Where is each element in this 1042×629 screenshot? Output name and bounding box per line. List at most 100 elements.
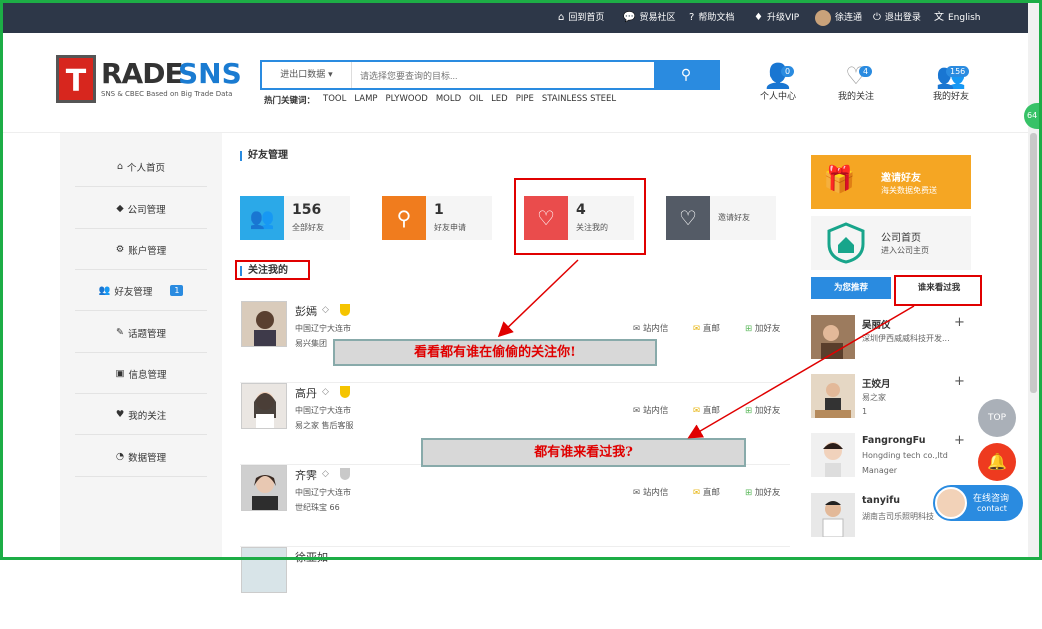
friend-location: 中国辽宁大连市 — [295, 488, 351, 497]
sidebar-item-home[interactable]: ⌂ 个人首页 — [75, 147, 207, 187]
search-type-select[interactable]: 进出口数据 ▾ — [262, 62, 352, 88]
my-friends-link[interactable]: 👥 156 我的好友 — [916, 63, 986, 102]
logout-link[interactable]: ⏻ 退出登录 — [873, 3, 921, 33]
visitor-name[interactable]: tanyifu — [862, 495, 900, 506]
follow-plus-icon[interactable]: + — [954, 433, 965, 448]
personal-center-link[interactable]: 👤 0 个人中心 — [753, 63, 803, 102]
mail-icon: ✉ — [693, 324, 701, 334]
add-friend-button[interactable]: ⊞ 加好友 — [745, 322, 780, 334]
scrollbar-thumb[interactable] — [1030, 133, 1037, 393]
sidebar-item-label: 我的关注 — [128, 410, 167, 422]
follow-plus-icon[interactable]: + — [954, 374, 965, 389]
visitor-item: FangrongFu Hongding tech co.,ltd Manager… — [810, 433, 970, 489]
home-link[interactable]: ⌂ 回到首页 — [558, 3, 604, 33]
hot-keyword[interactable]: TOOL — [323, 94, 346, 106]
invite-banner[interactable]: 🎁 邀请好友 海关数据免费送 — [811, 155, 971, 209]
company-home-card[interactable]: 公司首页 进入公司主页 — [811, 216, 971, 270]
message-button[interactable]: ✉ 站内信 — [633, 486, 668, 498]
mail-label: 直邮 — [702, 324, 720, 334]
hot-keyword[interactable]: MOLD — [436, 94, 461, 106]
avatar[interactable] — [241, 465, 287, 511]
add-friend-button[interactable]: ⊞ 加好友 — [745, 486, 780, 498]
mail-button[interactable]: ✉ 直邮 — [693, 322, 720, 334]
plus-icon: ⊞ — [745, 406, 753, 416]
visitor-name[interactable]: 吴丽仪 — [862, 317, 891, 331]
search-icon: ⚲ — [680, 67, 692, 83]
bell-icon[interactable]: 🔔 — [978, 443, 1016, 481]
visitor-company: 易之家 — [862, 393, 886, 402]
community-link[interactable]: 💬 贸易社区 — [623, 3, 675, 33]
chat-icon: 💬 — [623, 12, 636, 23]
sidebar-item-company[interactable]: ◆ 公司管理 — [75, 189, 207, 229]
my-friends-badge: 156 — [946, 66, 970, 77]
stat-invite[interactable]: ♡ 邀请好友 — [666, 196, 776, 240]
avatar[interactable] — [241, 301, 287, 347]
shield-home-icon — [827, 222, 865, 264]
vip-link[interactable]: ♦ 升级VIP — [754, 3, 799, 33]
hot-keyword[interactable]: LAMP — [354, 94, 377, 106]
hot-keyword[interactable]: OIL — [469, 94, 483, 106]
english-link[interactable]: 文 English — [934, 3, 981, 33]
avatar[interactable] — [811, 315, 855, 359]
hot-keyword[interactable]: LED — [491, 94, 508, 106]
visitor-company: Hongding tech co.,ltd — [862, 451, 948, 460]
sidebar-item-data[interactable]: ◔ 数据管理 — [75, 437, 207, 477]
stat-label: 好友申请 — [434, 223, 466, 232]
pie-chart-icon: ◔ — [115, 451, 125, 462]
edit-icon: ✎ — [116, 327, 124, 338]
avatar[interactable] — [811, 433, 855, 477]
english-link-label: English — [948, 13, 981, 23]
sidebar-item-topics[interactable]: ✎ 话题管理 — [75, 313, 207, 353]
search-button[interactable]: ⚲ — [654, 62, 718, 88]
friend-location: 中国辽宁大连市 — [295, 324, 351, 333]
follow-plus-icon[interactable]: + — [954, 315, 965, 330]
stat-label: 全部好友 — [292, 223, 324, 232]
sidebar-item-info[interactable]: ▣ 信息管理 — [75, 354, 207, 394]
stat-friend-requests[interactable]: ⚲ 1 好友申请 — [382, 196, 492, 240]
sidebar-item-account[interactable]: ⚙ 账户管理 — [75, 230, 207, 270]
visitor-item: 吴丽仪 深圳伊西威威科技开发... + — [810, 315, 970, 371]
stat-all-friends[interactable]: 👥 156 全部好友 — [240, 196, 350, 240]
shield-icon — [340, 304, 350, 316]
message-button[interactable]: ✉ 站内信 — [633, 322, 668, 334]
friend-name[interactable]: 高丹 — [295, 385, 317, 401]
agent-avatar — [935, 487, 967, 519]
personal-center-badge: 0 — [781, 66, 795, 77]
user-avatar — [815, 10, 831, 26]
hot-keyword[interactable]: PLYWOOD — [386, 94, 428, 106]
sidebar-item-friends[interactable]: 👥 好友管理 1 — [75, 271, 207, 311]
help-link[interactable]: ? 帮助文档 — [689, 3, 734, 33]
avatar[interactable] — [811, 374, 855, 418]
mail-button[interactable]: ✉ 直邮 — [693, 404, 720, 416]
heart-outline-icon: ♡ — [666, 196, 710, 240]
back-to-top-button[interactable]: TOP — [978, 399, 1016, 437]
tab-recommend[interactable]: 为您推荐 — [811, 277, 891, 299]
scrollbar[interactable] — [1028, 3, 1039, 557]
online-consult-button[interactable]: 在线咨询 contact — [933, 485, 1023, 521]
users-icon: 👥 — [98, 285, 111, 296]
my-follows-link[interactable]: ♡ 4 我的关注 — [831, 63, 881, 102]
search-icon: ⚲ — [382, 196, 426, 240]
friend-name[interactable]: 彭嫣 — [295, 303, 317, 319]
avatar[interactable] — [241, 383, 287, 429]
search-input[interactable] — [360, 68, 640, 84]
add-friend-button[interactable]: ⊞ 加好友 — [745, 404, 780, 416]
friend-name[interactable]: 齐霁 — [295, 467, 317, 483]
avatar[interactable] — [241, 547, 287, 593]
mail-button[interactable]: ✉ 直邮 — [693, 486, 720, 498]
avatar[interactable] — [811, 493, 855, 537]
mail-icon: ✉ — [693, 406, 701, 416]
visitor-name[interactable]: 王姣月 — [862, 376, 891, 390]
company-title: 公司首页 — [881, 233, 921, 244]
mail-icon: ✉ — [693, 488, 701, 498]
sidebar-item-follows[interactable]: ♥ 我的关注 — [75, 395, 207, 435]
logo-rade: RADE — [101, 57, 184, 90]
sidebar: ⌂ 个人首页 ◆ 公司管理 ⚙ 账户管理 👥 好友管理 1 ✎ 话题管理 ▣ 信息管理 ♥ 我的… — [60, 133, 222, 560]
message-button[interactable]: ✉ 站内信 — [633, 404, 668, 416]
user-link[interactable]: 徐连通 — [815, 3, 862, 33]
friend-name[interactable]: 徐亚如 — [295, 549, 328, 565]
sidebar-item-label: 信息管理 — [128, 369, 167, 381]
hot-keyword[interactable]: PIPE — [516, 94, 534, 106]
visitor-name[interactable]: FangrongFu — [862, 435, 925, 446]
hot-keyword[interactable]: STAINLESS STEEL — [542, 94, 616, 106]
